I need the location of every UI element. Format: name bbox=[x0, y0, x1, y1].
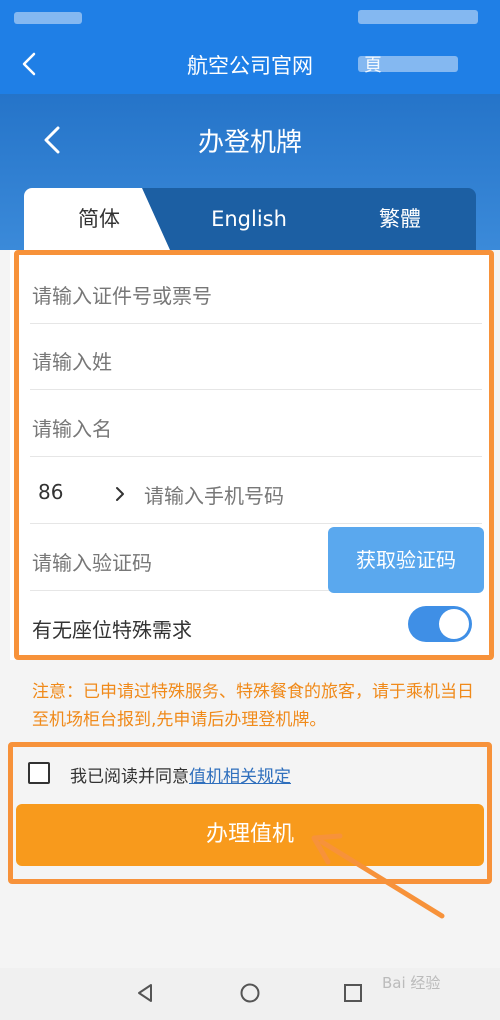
tab-simplified-chinese[interactable]: 简体 bbox=[24, 188, 174, 250]
status-bar bbox=[0, 0, 500, 36]
status-bar-left-blurred bbox=[14, 12, 82, 24]
status-bar-right-blurred bbox=[358, 10, 478, 24]
notice-text: 注意：已申请过特殊服务、特殊餐食的旅客，请于乘机当日至机场柜台报到,先申请后办理… bbox=[32, 682, 474, 730]
nav-recents-icon[interactable] bbox=[343, 983, 363, 1003]
tab-traditional-chinese[interactable]: 繁體 bbox=[324, 188, 476, 250]
agreement-text: 我已阅读并同意值机相关规定 bbox=[70, 762, 291, 787]
language-tabs: 简体 English 繁體 bbox=[24, 188, 476, 250]
page-title: 办登机牌 bbox=[197, 128, 302, 158]
top-right-text[interactable]: 頁 bbox=[364, 51, 382, 77]
tab-english[interactable]: English bbox=[174, 188, 324, 250]
nav-back-icon[interactable] bbox=[134, 982, 156, 1004]
app-top-bar: 航空公司官网 頁 bbox=[0, 36, 500, 94]
nav-home-icon[interactable] bbox=[239, 982, 261, 1004]
agreement-rules-link[interactable]: 值机相关规定 bbox=[189, 767, 291, 787]
arrow-annotation-icon bbox=[311, 833, 445, 919]
agreement-prefix: 我已阅读并同意 bbox=[70, 767, 189, 787]
watermark: Bai 经验 bbox=[382, 974, 441, 992]
highlight-box-form bbox=[14, 250, 494, 660]
agreement-checkbox[interactable] bbox=[28, 762, 50, 784]
agreement-row: 我已阅读并同意值机相关规定 bbox=[20, 752, 490, 796]
